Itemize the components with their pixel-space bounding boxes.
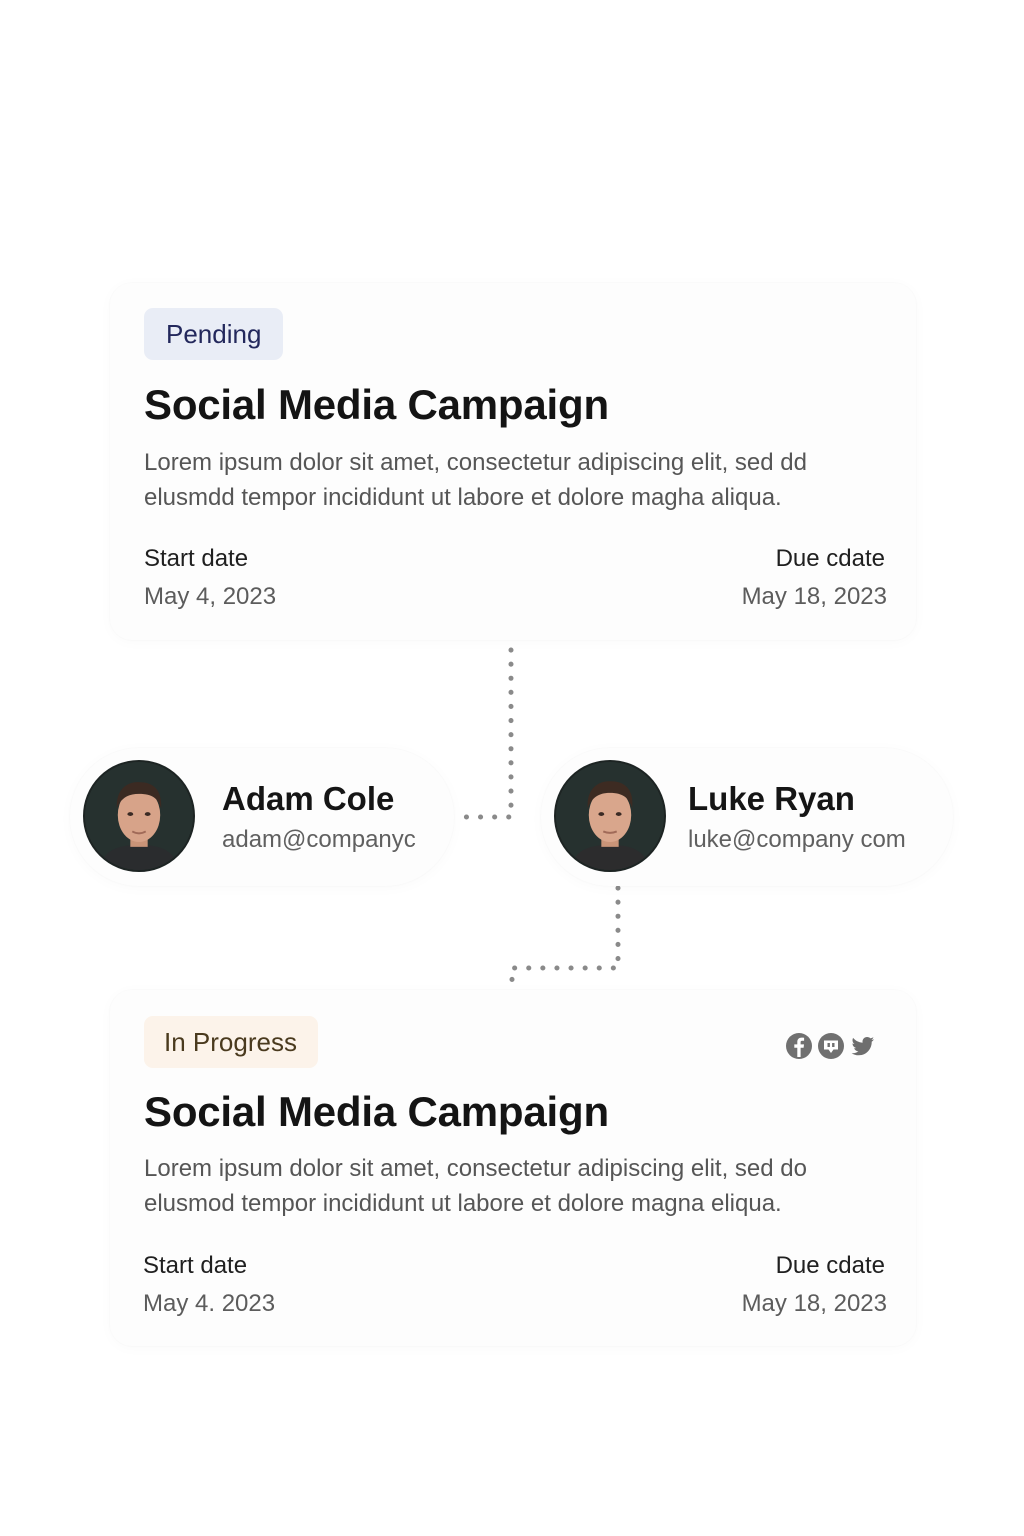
twitter-icon[interactable] bbox=[848, 1031, 878, 1061]
due-date-label: Due cdate bbox=[775, 545, 885, 572]
task-card-in-progress[interactable]: In Progress Social Media Campaign Lorem … bbox=[110, 990, 916, 1346]
start-date-value: May 4. 2023 bbox=[143, 1290, 276, 1317]
person-card-adam[interactable]: Adam Cole adam@companyc bbox=[70, 748, 454, 886]
task-description: Lorem ipsum dolor sit amet, consectetur … bbox=[144, 449, 807, 511]
canvas: Pending Social Media Campaign Lorem ipsu… bbox=[0, 0, 1024, 1536]
person-card-luke[interactable]: Luke Ryan luke@company com bbox=[541, 748, 953, 886]
social-icons bbox=[784, 1031, 878, 1061]
person-name: Luke Ryan bbox=[688, 780, 855, 817]
start-date-label: Start date bbox=[143, 1252, 248, 1279]
due-date-value: May 18, 2023 bbox=[741, 1290, 887, 1317]
status-badge: Pending bbox=[144, 308, 284, 360]
connector-luke-to-bottom bbox=[509, 885, 621, 991]
due-date-value: May 18, 2023 bbox=[741, 583, 887, 610]
task-card-pending[interactable]: Pending Social Media Campaign Lorem ipsu… bbox=[110, 283, 916, 640]
due-date-label: Due cdate bbox=[775, 1252, 885, 1279]
avatar-portrait bbox=[556, 762, 664, 870]
facebook-icon[interactable] bbox=[784, 1031, 814, 1061]
person-email[interactable]: luke@company com bbox=[688, 826, 906, 854]
task-title: Social Media Campaign bbox=[144, 1088, 609, 1135]
avatar-portrait bbox=[85, 762, 193, 870]
start-date-label: Start date bbox=[144, 545, 249, 572]
chat-icon[interactable] bbox=[816, 1031, 846, 1061]
avatar bbox=[83, 760, 195, 872]
connector-top-to-adam bbox=[453, 647, 514, 820]
task-title: Social Media Campaign bbox=[144, 381, 609, 428]
start-date-value: May 4, 2023 bbox=[144, 583, 277, 610]
person-name: Adam Cole bbox=[222, 780, 395, 817]
person-email[interactable]: adam@companyc bbox=[222, 826, 416, 854]
avatar bbox=[554, 760, 666, 872]
status-badge: In Progress bbox=[144, 1016, 318, 1068]
task-description: Lorem ipsum dolor sit amet, consectetur … bbox=[144, 1155, 807, 1217]
